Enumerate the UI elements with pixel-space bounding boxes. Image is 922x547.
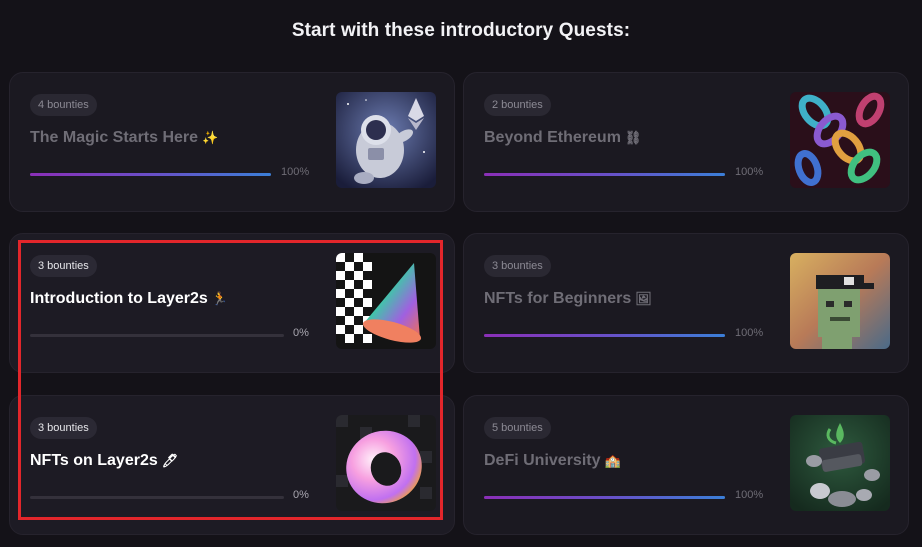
quest-title: Introduction to Layer2s 🏃: [30, 290, 228, 307]
quest-card-defi-university[interactable]: 5 bounties DeFi University 🏫 100%: [463, 395, 909, 535]
quest-title: DeFi University 🏫: [484, 452, 621, 469]
torus-image: [336, 415, 436, 511]
quest-card-magic-starts-here[interactable]: 4 bounties The Magic Starts Here ✨ 100%: [9, 72, 455, 212]
bounties-badge: 2 bounties: [484, 94, 551, 116]
progress-percent: 100%: [735, 489, 764, 501]
progress-bar: [484, 173, 725, 176]
progress-fill: [484, 173, 725, 176]
framed-picture-icon: 🖼: [635, 291, 652, 306]
quest-card-nfts-for-beginners[interactable]: 3 bounties NFTs for Beginners 🖼 100%: [463, 233, 909, 373]
sparkles-icon: ✨: [202, 130, 219, 145]
progress-fill: [30, 173, 271, 176]
bounties-badge: 3 bounties: [484, 255, 551, 277]
defi-coins-image: [790, 415, 890, 511]
progress-bar: [30, 496, 284, 499]
quest-title: NFTs on Layer2s 🖊: [30, 452, 179, 469]
progress-percent: 0%: [293, 489, 309, 501]
school-icon: 🏫: [604, 453, 621, 468]
chain-icon: ⛓: [624, 130, 642, 145]
page-title: Start with these introductory Quests:: [291, 20, 631, 41]
progress-percent: 0%: [293, 327, 309, 339]
quest-title: Beyond Ethereum ⛓: [484, 129, 642, 146]
progress-percent: 100%: [735, 327, 764, 339]
pen-icon: 🖊: [161, 453, 179, 468]
bounties-badge: 3 bounties: [30, 255, 97, 277]
bounties-badge: 5 bounties: [484, 417, 551, 439]
runner-icon: 🏃: [211, 291, 228, 306]
progress-bar: [30, 173, 271, 176]
progress-fill: [484, 496, 725, 499]
quest-card-beyond-ethereum[interactable]: 2 bounties Beyond Ethereum ⛓ 100%: [463, 72, 909, 212]
bounties-badge: 4 bounties: [30, 94, 97, 116]
chains-image: [790, 92, 890, 188]
quest-card-nfts-on-layer2s[interactable]: 3 bounties NFTs on Layer2s 🖊 0%: [9, 395, 455, 535]
pixel-punk-image: [790, 253, 890, 349]
progress-bar: [30, 334, 284, 337]
progress-percent: 100%: [281, 166, 310, 178]
quest-title: NFTs for Beginners 🖼: [484, 290, 652, 307]
progress-bar: [484, 496, 725, 499]
progress-percent: 100%: [735, 166, 764, 178]
progress-bar: [484, 334, 725, 337]
quest-title: The Magic Starts Here ✨: [30, 129, 219, 146]
bounties-badge: 3 bounties: [30, 417, 97, 439]
progress-fill: [484, 334, 725, 337]
quest-card-introduction-to-layer2s[interactable]: 3 bounties Introduction to Layer2s 🏃 0%: [9, 233, 455, 373]
astronaut-ethereum-image: [336, 92, 436, 188]
checkered-cone-image: [336, 253, 436, 349]
